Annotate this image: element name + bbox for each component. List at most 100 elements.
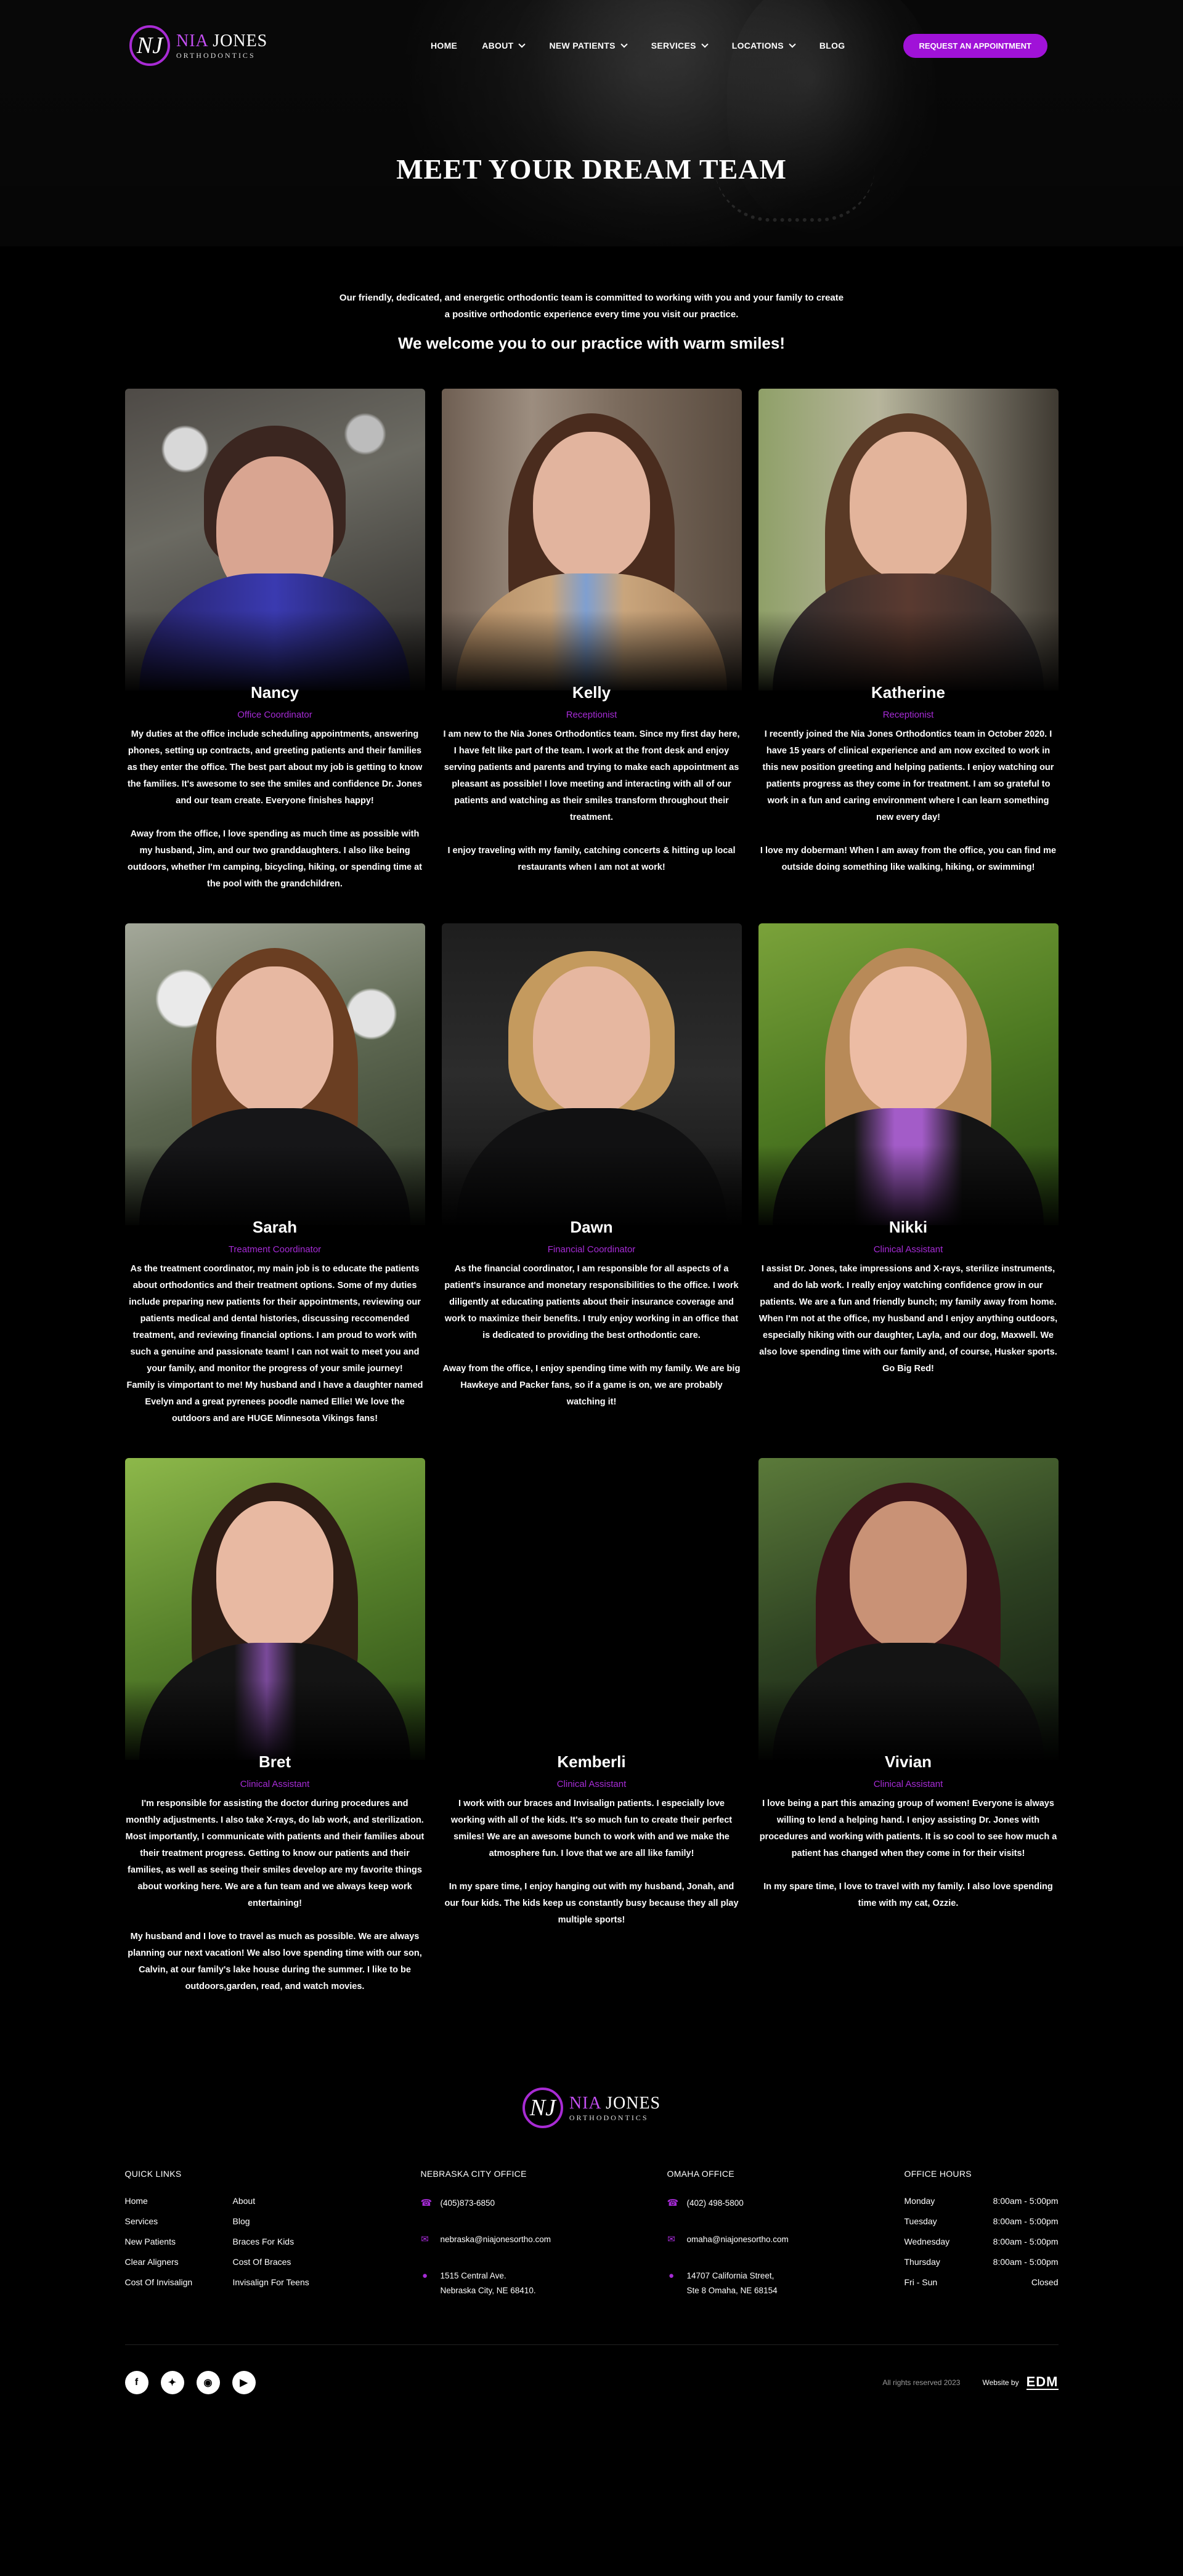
member-name: Nancy: [250, 683, 299, 702]
social-links: f ✦ ◉ ▶: [124, 2371, 256, 2394]
email-icon: ✉: [421, 2234, 429, 2245]
logo-name: NIA JONES: [176, 31, 268, 51]
member-role: Clinical Assistant: [873, 1244, 943, 1255]
member-bio: As the treatment coordinator, my main jo…: [126, 1264, 423, 1424]
nav-item-blog[interactable]: BLOG: [819, 41, 845, 51]
team-card-sarah: Sarah Treatment Coordinator As the treat…: [124, 923, 425, 1427]
team-card-kelly: Kelly Receptionist I am new to the Nia J…: [441, 389, 742, 893]
office-phone[interactable]: (405)873-6850: [441, 2196, 495, 2211]
member-bio: As the financial coordinator, I am respo…: [442, 1264, 741, 1407]
facebook-icon[interactable]: f: [124, 2371, 148, 2394]
footer-link-clear-aligners[interactable]: Clear Aligners: [125, 2257, 233, 2267]
footer-link-blog[interactable]: Blog: [233, 2216, 356, 2226]
portrait-dawn: [441, 923, 742, 1225]
nebraska-city-office: NEBRASKA CITY OFFICE ☎ (405)873-6850 ✉ neb…: [421, 2169, 667, 2320]
portrait-placeholder: [441, 1458, 742, 1760]
member-name: Vivian: [884, 1752, 932, 1771]
twitter-icon[interactable]: ✦: [160, 2371, 184, 2394]
omaha-office: OMAHA OFFICE ☎ (402) 498-5800 ✉ omaha@niaj…: [667, 2169, 905, 2320]
member-role: Receptionist: [566, 710, 617, 720]
phone-icon: ☎: [420, 2198, 433, 2208]
hours-row: Wednesday 8:00am - 5:00pm: [904, 2237, 1059, 2246]
team-card-vivian: Vivian Clinical Assistant I love being a…: [758, 1458, 1059, 1995]
footer-link-services[interactable]: Services: [125, 2216, 233, 2226]
site-footer: NJ NIA JONES ORTHODONTICS QUICK LINKS Ho…: [0, 2088, 1183, 2554]
instagram-icon[interactable]: ◉: [196, 2371, 220, 2394]
footer-divider: [124, 2344, 1059, 2345]
office-hours-title: OFFICE HOURS: [904, 2169, 972, 2179]
footer-link-cost-of-invisalign[interactable]: Cost Of Invisalign: [125, 2277, 233, 2287]
logo-monogram-icon: NJ: [129, 25, 170, 66]
hero-banner: NJ NIA JONES ORTHODONTICS HOME ABOUT NEW…: [0, 0, 1183, 246]
footer-link-braces-for-kids[interactable]: Braces For Kids: [233, 2237, 356, 2246]
member-role: Clinical Assistant: [873, 1779, 943, 1789]
member-role: Treatment Coordinator: [228, 1244, 322, 1255]
office-address[interactable]: 1515 Central Ave. Nebraska City, NE 68410…: [441, 2269, 536, 2298]
nav-item-new-patients[interactable]: NEW PATIENTS: [549, 41, 628, 51]
portrait-nikki: [758, 923, 1059, 1225]
logo-monogram-icon: NJ: [522, 2088, 563, 2128]
location-pin-icon: ●: [668, 2270, 675, 2281]
youtube-icon[interactable]: ▶: [232, 2371, 256, 2394]
member-name: Kemberli: [557, 1752, 626, 1771]
member-bio: I love being a part this amazing group o…: [759, 1799, 1057, 1908]
office-address[interactable]: 14707 California Street, Ste 8 Omaha, NE …: [687, 2269, 778, 2298]
footer-link-invisalign-for-teens[interactable]: Invisalign For Teens: [233, 2277, 356, 2287]
intro-text: Our friendly, dedicated, and energetic o…: [339, 293, 844, 320]
chevron-down-icon: [620, 41, 628, 48]
quick-links: QUICK LINKS Home About Services Blog New…: [125, 2169, 421, 2320]
portrait-nancy: [124, 389, 425, 691]
team-card-katherine: Katherine Receptionist I recently joined…: [758, 389, 1059, 893]
member-name: Katherine: [871, 683, 945, 702]
member-bio: My duties at the office include scheduli…: [127, 729, 423, 889]
footer-link-new-patients[interactable]: New Patients: [125, 2237, 233, 2246]
location-pin-icon: ●: [421, 2270, 428, 2281]
member-role: Clinical Assistant: [240, 1779, 310, 1789]
logo-tagline: ORTHODONTICS: [569, 2113, 649, 2122]
office-email[interactable]: nebraska@niajonesortho.com: [441, 2232, 551, 2247]
member-bio: I'm responsible for assisting the doctor…: [125, 1799, 425, 1991]
portrait-kelly: [441, 389, 742, 691]
office-title: NEBRASKA CITY OFFICE: [420, 2169, 527, 2179]
member-role: Financial Coordinator: [547, 1244, 636, 1255]
nav-item-about[interactable]: ABOUT: [482, 41, 526, 51]
member-role: Clinical Assistant: [556, 1779, 627, 1789]
office-email[interactable]: omaha@niajonesortho.com: [687, 2232, 789, 2247]
logo-name: NIA JONES: [569, 2093, 661, 2113]
hours-row: Monday 8:00am - 5:00pm: [904, 2196, 1059, 2206]
office-title: OMAHA OFFICE: [667, 2169, 734, 2179]
intro-heading: We welcome you to our practice with warm…: [397, 334, 786, 352]
team-grid: Nancy Office Coordinator My duties at th…: [124, 389, 1059, 1995]
footer-link-about[interactable]: About: [233, 2196, 356, 2206]
footer-link-home[interactable]: Home: [125, 2196, 233, 2206]
intro-section: Our friendly, dedicated, and energetic o…: [0, 246, 1183, 353]
email-icon: ✉: [667, 2234, 675, 2245]
member-bio: I work with our braces and Invisalign pa…: [444, 1799, 739, 1925]
member-name: Bret: [258, 1752, 291, 1771]
edm-logo[interactable]: EDM: [1026, 2375, 1059, 2390]
chevron-down-icon: [789, 41, 796, 48]
team-card-nancy: Nancy Office Coordinator My duties at th…: [124, 389, 425, 893]
nav-item-locations[interactable]: LOCATIONS: [732, 41, 796, 51]
portrait-vivian: [758, 1458, 1059, 1760]
copyright-text: All rights reserved 2023: [882, 2378, 961, 2387]
request-appointment-button[interactable]: REQUEST AN APPOINTMENT: [903, 33, 1047, 58]
team-card-kemberli: Kemberli Clinical Assistant I work with …: [441, 1458, 742, 1995]
chevron-down-icon: [518, 41, 526, 48]
member-name: Nikki: [888, 1218, 928, 1236]
member-bio: I assist Dr. Jones, take impressions and…: [758, 1264, 1058, 1374]
page-title: MEET YOUR DREAM TEAM: [396, 153, 787, 185]
footer-link-cost-of-braces[interactable]: Cost Of Braces: [233, 2257, 356, 2267]
team-card-nikki: Nikki Clinical Assistant I assist Dr. Jo…: [758, 923, 1059, 1427]
nav-item-home[interactable]: HOME: [431, 41, 457, 51]
hours-row: Tuesday 8:00am - 5:00pm: [904, 2216, 1059, 2226]
team-card-bret: Bret Clinical Assistant I'm responsible …: [124, 1458, 425, 1995]
team-card-dawn: Dawn Financial Coordinator As the financ…: [441, 923, 742, 1427]
office-phone[interactable]: (402) 498-5800: [687, 2196, 744, 2211]
site-logo[interactable]: NJ NIA JONES ORTHODONTICS: [129, 25, 267, 66]
nav-menu: HOME ABOUT NEW PATIENTS SERVICES LOCATIO…: [431, 33, 1047, 58]
footer-logo[interactable]: NJ NIA JONES ORTHODONTICS: [522, 2088, 661, 2128]
quick-links-title: QUICK LINKS: [124, 2169, 182, 2179]
website-credit: Website by EDM: [982, 2375, 1059, 2390]
nav-item-services[interactable]: SERVICES: [651, 41, 709, 51]
